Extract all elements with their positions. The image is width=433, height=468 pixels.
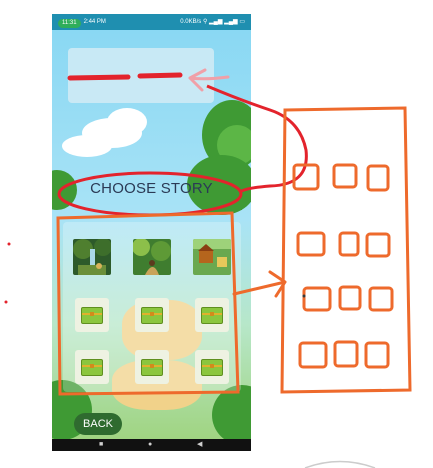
annotation-overlay: [4, 68, 412, 468]
annotation-dot: [4, 300, 8, 304]
annotation-dot: [302, 294, 306, 298]
annotation-orange-box: [56, 211, 240, 396]
annotation-sketched-grid: [292, 163, 394, 369]
annotation-red-connector: [206, 84, 308, 194]
annotation-orange-arrow: [232, 270, 287, 298]
annotation-faint-arc: [304, 460, 376, 468]
annotation-red-ellipse: [57, 171, 243, 217]
annotation-red-dash: [137, 72, 183, 79]
annotation-dot: [7, 242, 11, 246]
annotation-red-dash: [67, 74, 131, 81]
